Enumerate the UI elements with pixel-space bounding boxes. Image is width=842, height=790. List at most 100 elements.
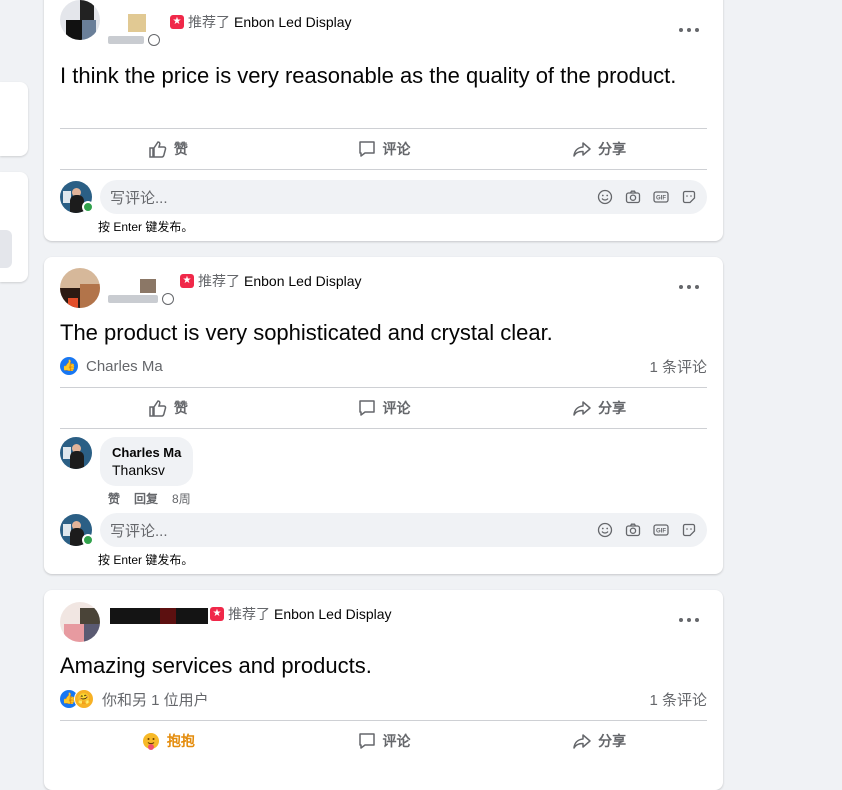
comment-composer: 写评论... GIF xyxy=(60,512,707,548)
reactors-text[interactable]: Charles Ma xyxy=(86,358,163,375)
like-reaction-icon: 👍 xyxy=(60,357,78,375)
author-name-redacted[interactable] xyxy=(128,14,146,32)
comment-count[interactable]: 1 条评论 xyxy=(649,356,707,377)
gif-icon[interactable]: GIF xyxy=(653,189,669,205)
gif-icon[interactable]: GIF xyxy=(653,522,669,538)
more-icon[interactable] xyxy=(679,26,699,34)
comment-meta: 赞 回复 8周 xyxy=(108,490,205,507)
feed-post: ★ 推荐了 Enbon Led Display Amazing services… xyxy=(44,590,723,790)
divider xyxy=(60,428,707,429)
page-name-link[interactable]: Enbon Led Display xyxy=(234,14,352,30)
globe-icon xyxy=(148,34,160,46)
hug-label: 抱抱 xyxy=(166,733,195,749)
recommend-text: 推荐了 xyxy=(188,14,230,30)
divider xyxy=(60,387,707,388)
like-label: 赞 xyxy=(173,400,188,416)
sticker-icon[interactable] xyxy=(681,522,697,538)
recommend-icon: ★ xyxy=(180,274,194,288)
comment-count[interactable]: 1 条评论 xyxy=(649,689,707,710)
comment-time[interactable]: 8周 xyxy=(172,490,191,507)
sticker-icon[interactable] xyxy=(681,189,697,205)
hug-reaction-icon: 🤗 xyxy=(74,689,94,709)
divider xyxy=(60,169,707,170)
hug-icon xyxy=(142,733,159,750)
feed-post: ★ 推荐了 Enbon Led Display I think the pric… xyxy=(44,0,723,241)
comment-placeholder: 写评论... xyxy=(110,522,168,540)
recommend-icon: ★ xyxy=(210,607,224,621)
comment-label: 评论 xyxy=(382,141,411,157)
recommend-icon: ★ xyxy=(170,15,184,29)
post-stats: 👍 Charles Ma 1 条评论 xyxy=(60,355,707,377)
page-name-link[interactable]: Enbon Led Display xyxy=(244,273,362,289)
post-meta xyxy=(108,34,160,46)
camera-icon[interactable] xyxy=(625,189,641,205)
like-label: 赞 xyxy=(173,141,188,157)
page-name-link[interactable]: Enbon Led Display xyxy=(274,606,392,622)
comment-label: 评论 xyxy=(382,400,411,416)
comment-like-link[interactable]: 赞 xyxy=(108,490,120,507)
comment-icon xyxy=(358,400,375,416)
author-avatar[interactable] xyxy=(60,268,100,308)
more-icon[interactable] xyxy=(679,283,699,291)
comment-icon xyxy=(358,733,375,749)
like-icon xyxy=(149,141,167,158)
comment-icon xyxy=(358,141,375,157)
enter-to-post-hint: 按 Enter 键发布。 xyxy=(98,553,194,567)
share-button[interactable]: 分享 xyxy=(491,391,707,425)
author-avatar[interactable] xyxy=(60,0,100,40)
author-name-redacted[interactable] xyxy=(140,279,156,293)
comment-input[interactable]: 写评论... GIF xyxy=(100,513,707,547)
post-header: ★ 推荐了 Enbon Led Display xyxy=(180,271,362,291)
share-icon xyxy=(573,401,591,416)
recommend-text: 推荐了 xyxy=(228,606,270,622)
svg-text:GIF: GIF xyxy=(656,529,666,535)
like-button[interactable]: 赞 xyxy=(60,391,276,425)
online-indicator xyxy=(82,201,94,213)
comment-composer: 写评论... GIF xyxy=(60,179,707,215)
share-label: 分享 xyxy=(598,733,627,749)
post-header: ★ 推荐了 Enbon Led Display xyxy=(210,604,392,624)
left-column-card xyxy=(0,82,28,156)
hug-button[interactable]: 抱抱 xyxy=(60,724,276,758)
recommend-text: 推荐了 xyxy=(198,273,240,289)
globe-icon xyxy=(162,293,174,305)
comment-bubble: Charles Ma Thanksv xyxy=(100,437,194,486)
post-meta xyxy=(108,293,174,305)
post-stats: 👍 🤗 你和另 1 位用户 1 条评论 xyxy=(60,688,707,710)
comment-label: 评论 xyxy=(382,733,411,749)
camera-icon[interactable] xyxy=(625,522,641,538)
comment-input[interactable]: 写评论... GIF xyxy=(100,180,707,214)
left-column-card xyxy=(0,172,28,282)
comment-reply-link[interactable]: 回复 xyxy=(134,490,158,507)
post-actions: 赞 评论 分享 xyxy=(60,391,707,425)
share-icon xyxy=(573,142,591,157)
post-actions: 抱抱 评论 分享 xyxy=(60,724,707,758)
comment-button[interactable]: 评论 xyxy=(276,132,492,166)
share-button[interactable]: 分享 xyxy=(491,132,707,166)
online-indicator xyxy=(82,534,94,546)
comment-placeholder: 写评论... xyxy=(110,189,168,207)
like-button[interactable]: 赞 xyxy=(60,132,276,166)
divider xyxy=(60,128,707,129)
svg-text:GIF: GIF xyxy=(656,196,666,202)
share-label: 分享 xyxy=(598,400,627,416)
post-body: I think the price is very reasonable as … xyxy=(60,63,677,88)
more-icon[interactable] xyxy=(679,616,699,624)
post-body: Amazing services and products. xyxy=(60,653,372,678)
post-actions: 赞 评论 分享 xyxy=(60,132,707,166)
like-icon xyxy=(149,400,167,417)
author-avatar[interactable] xyxy=(60,602,100,642)
comment-author[interactable]: Charles Ma xyxy=(112,445,181,460)
author-name-redacted-part xyxy=(160,608,176,624)
emoji-icon[interactable] xyxy=(597,522,613,538)
feed-post: ★ 推荐了 Enbon Led Display The product is v… xyxy=(44,257,723,574)
comment-button[interactable]: 评论 xyxy=(276,724,492,758)
reactors-text[interactable]: 你和另 1 位用户 xyxy=(102,689,209,710)
commenter-avatar[interactable] xyxy=(60,437,92,469)
share-icon xyxy=(573,734,591,749)
share-button[interactable]: 分享 xyxy=(491,724,707,758)
comment-button[interactable]: 评论 xyxy=(276,391,492,425)
emoji-icon[interactable] xyxy=(597,189,613,205)
post-header: ★ 推荐了 Enbon Led Display xyxy=(170,12,352,32)
author-name-redacted[interactable] xyxy=(110,608,208,624)
